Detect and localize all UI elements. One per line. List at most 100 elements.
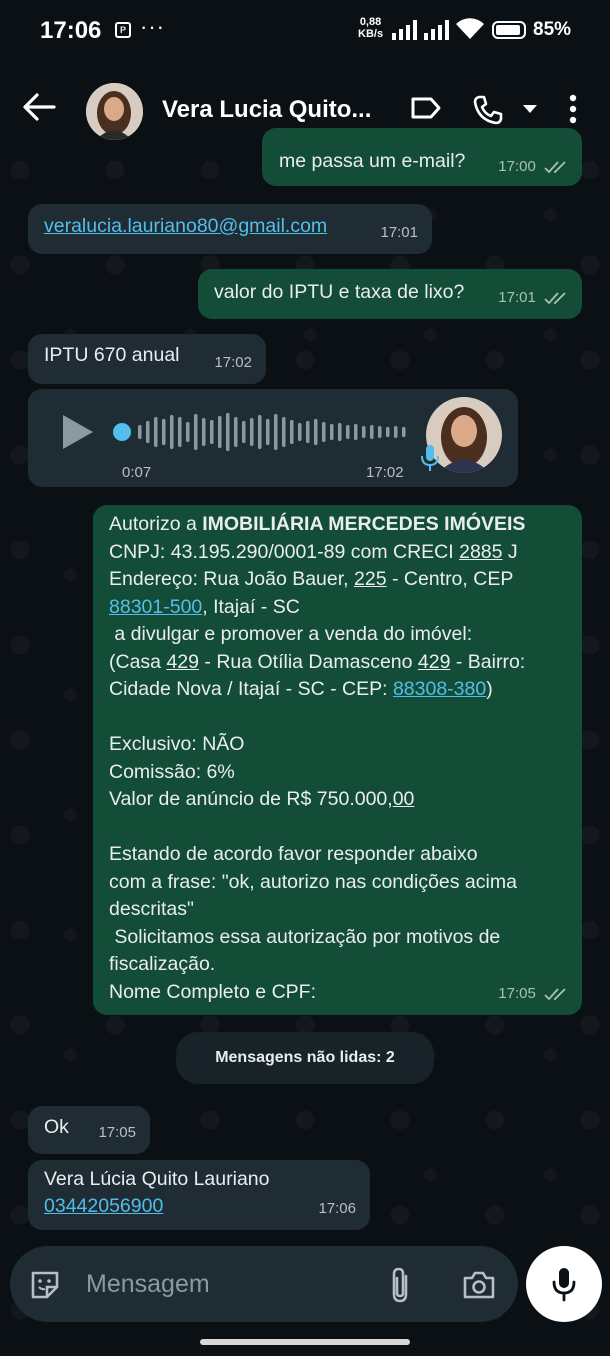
message-outgoing[interactable]: valor do IPTU e taxa de lixo? 17:01: [198, 269, 582, 319]
waveform-bar: [306, 421, 310, 443]
street-number[interactable]: 225: [354, 568, 387, 590]
sticker-icon[interactable]: [28, 1268, 62, 1302]
voice-waveform[interactable]: [112, 411, 412, 453]
auth-line-6c: - Rua Otília Damasceno: [198, 650, 418, 673]
contact-avatar[interactable]: [86, 83, 143, 140]
auth-line-7a: Cidade Nova / Itajaí - SC - CEP:: [109, 678, 393, 700]
network-speed-value: 0,88: [359, 16, 382, 28]
play-icon[interactable]: [61, 413, 95, 451]
message-time: 17:05: [498, 984, 536, 1002]
cep-link-2[interactable]: 88308-380: [393, 678, 486, 700]
auth-price: Valor de anúncio de R$ 750.000,: [109, 788, 393, 810]
dropdown-icon[interactable]: [522, 104, 538, 114]
message-incoming[interactable]: IPTU 670 anual 17:02: [28, 334, 266, 384]
more-vertical-icon[interactable]: [568, 94, 578, 124]
playback-position-dot[interactable]: [113, 423, 131, 441]
more-notifications-icon: ···: [140, 14, 165, 39]
message-input[interactable]: Mensagem: [86, 1270, 210, 1299]
notification-app-icon: P: [115, 22, 131, 38]
auth-line-13: descritas": [109, 898, 194, 920]
auth-line-3a: Endereço: Rua João Bauer,: [109, 568, 354, 590]
waveform-bar: [138, 425, 142, 439]
auth-price-cents[interactable]: 00: [393, 788, 415, 810]
waveform-bar: [298, 423, 302, 441]
waveform-bar: [362, 426, 366, 438]
message-incoming[interactable]: Vera Lúcia Quito Lauriano 03442056900 17…: [28, 1160, 370, 1230]
arrow-left-icon[interactable]: [22, 92, 56, 122]
signal-icon: [392, 20, 417, 40]
auth-line-7c: ): [486, 678, 493, 700]
waveform-bar: [370, 425, 374, 439]
message-meta: 17:01: [498, 284, 568, 312]
waveform-bar: [346, 425, 350, 439]
contact-name[interactable]: Vera Lucia Quito...: [162, 96, 371, 124]
creci-number[interactable]: 2885: [459, 541, 502, 563]
auth-line-12: com a frase: "ok, autorizo nas condições…: [109, 870, 517, 893]
waveform-bar: [338, 423, 342, 441]
gesture-navigation-bar[interactable]: [200, 1339, 410, 1345]
message-text: valor do IPTU e taxa de lixo?: [214, 281, 465, 303]
waveform-bar: [242, 421, 246, 443]
unread-messages-divider: Mensagens não lidas: 2: [176, 1032, 434, 1084]
attach-icon[interactable]: [388, 1266, 412, 1304]
auth-line-3c: - Centro, CEP: [386, 568, 514, 590]
waveform-bar: [394, 426, 398, 438]
auth-line-2c: J: [502, 540, 518, 563]
auth-line-5: a divulgar e promover a venda do imóvel:: [109, 623, 473, 645]
microphone-icon: [421, 445, 439, 471]
message-outgoing[interactable]: me passa um e-mail? 17:00: [262, 128, 582, 186]
voice-message[interactable]: 0:07 17:02: [28, 389, 518, 487]
waveform-bar: [290, 420, 294, 444]
auth-exclusive: Exclusivo: NÃO: [109, 733, 245, 755]
message-meta: 17:00: [498, 153, 568, 181]
auth-line-11: Estando de acordo favor responder abaixo: [109, 843, 478, 865]
wifi-icon: [456, 18, 484, 39]
message-input-bar[interactable]: Mensagem: [10, 1246, 518, 1322]
message-incoming[interactable]: veralucia.lauriano80@gmail.com 17:01: [28, 204, 432, 254]
voice-record-button[interactable]: [526, 1246, 602, 1322]
message-time: 17:06: [318, 1199, 356, 1217]
house-number[interactable]: 429: [166, 651, 199, 673]
waveform-bar: [378, 426, 382, 438]
label-tag-icon[interactable]: [410, 94, 442, 122]
waveform-bar: [386, 427, 390, 437]
waveform-bar: [218, 416, 222, 448]
waveform-bar: [322, 422, 326, 442]
read-ticks-icon: [544, 291, 566, 304]
message-text: Ok: [44, 1116, 69, 1138]
camera-icon[interactable]: [462, 1270, 496, 1300]
waveform-bar: [354, 424, 358, 440]
waveform-bar: [178, 417, 182, 447]
auth-line-2a: CNPJ: 43.195.290/0001-89 com CRECI: [109, 540, 460, 563]
cep-link-1[interactable]: 88301-500: [109, 596, 202, 618]
waveform-bar: [250, 418, 254, 446]
battery-icon: [492, 21, 526, 39]
message-time: 17:01: [498, 288, 536, 306]
message-time: 17:00: [498, 157, 536, 175]
waveform-bar: [154, 417, 158, 447]
phone-number-link[interactable]: 03442056900: [44, 1193, 163, 1221]
message-text: IPTU 670 anual: [44, 344, 180, 366]
waveform-bar: [226, 413, 230, 451]
auth-commission: Comissão: 6%: [109, 760, 235, 783]
waveform-bar: [170, 415, 174, 449]
email-link[interactable]: veralucia.lauriano80@gmail.com: [44, 213, 327, 241]
authorization-text: Autorizo a IMOBILIÁRIA MERCEDES IMÓVEIS …: [109, 511, 525, 1006]
auth-line-16: Nome Completo e CPF:: [109, 980, 316, 1003]
waveform-bar: [330, 424, 334, 440]
waveform-bar: [146, 421, 150, 443]
message-incoming[interactable]: Ok 17:05: [28, 1106, 150, 1154]
waveform-bar: [282, 417, 286, 447]
waveform-bar: [274, 414, 278, 450]
street-number-2[interactable]: 429: [418, 651, 451, 673]
company-name: IMOBILIÁRIA MERCEDES IMÓVEIS: [202, 513, 526, 535]
message-time: 17:02: [214, 353, 252, 371]
waveform-bar: [234, 417, 238, 447]
auth-line-15: fiscalização.: [109, 953, 216, 975]
auth-line-4b: , Itajaí - SC: [202, 595, 300, 618]
read-ticks-icon: [544, 160, 566, 173]
message-outgoing-authorization[interactable]: Autorizo a IMOBILIÁRIA MERCEDES IMÓVEIS …: [93, 505, 582, 1015]
waveform-bar: [202, 418, 206, 446]
phone-icon[interactable]: [472, 94, 504, 126]
mic-icon: [552, 1268, 576, 1302]
